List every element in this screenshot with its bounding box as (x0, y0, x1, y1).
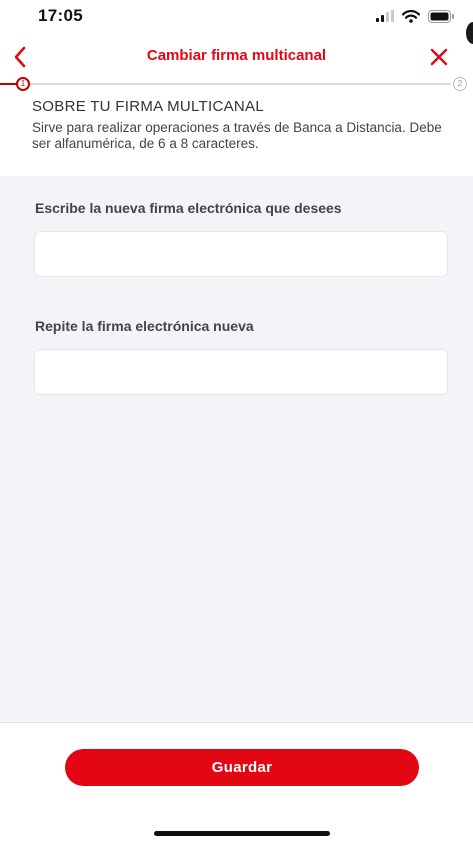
step-next: 2 (453, 77, 467, 91)
info-section: SOBRE TU FIRMA MULTICANAL Sirve para rea… (0, 92, 473, 176)
home-indicator (154, 831, 330, 836)
new-signature-label: Escribe la nueva firma electrónica que d… (35, 200, 342, 216)
repeat-signature-input[interactable] (34, 349, 448, 395)
stepper-track (22, 83, 451, 85)
wifi-icon (402, 9, 420, 23)
progress-stepper: 1 2 (0, 76, 473, 92)
status-bar: 17:05 (0, 0, 473, 34)
repeat-signature-label: Repite la firma electrónica nueva (35, 318, 254, 334)
save-button[interactable]: Guardar (65, 749, 419, 786)
status-icons (376, 9, 455, 23)
signal-icon (376, 10, 394, 22)
form-area: Escribe la nueva firma electrónica que d… (0, 176, 473, 722)
info-description: Sirve para realizar operaciones a través… (32, 120, 442, 151)
close-button[interactable] (425, 42, 453, 72)
navigation-bar: Cambiar firma multicanal (0, 38, 473, 78)
battery-icon (428, 9, 454, 23)
step-current: 1 (16, 77, 30, 91)
info-title: SOBRE TU FIRMA MULTICANAL (32, 98, 264, 115)
close-icon (430, 48, 448, 66)
footer-divider (0, 722, 473, 723)
status-time: 17:05 (38, 6, 83, 25)
new-signature-input[interactable] (34, 231, 448, 277)
page-title: Cambiar firma multicanal (146, 47, 327, 64)
